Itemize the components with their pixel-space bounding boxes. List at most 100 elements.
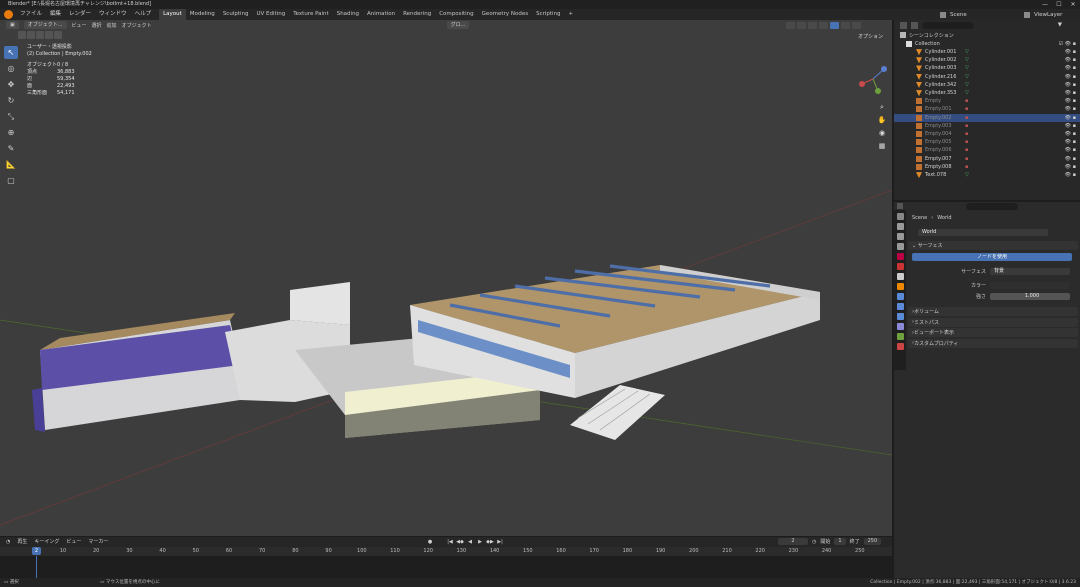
visibility-toggles[interactable]: 👁 ▪ bbox=[1065, 98, 1076, 104]
close-button[interactable]: ✕ bbox=[1066, 0, 1080, 9]
tool-tab-icon[interactable] bbox=[896, 213, 904, 220]
constraint-icon[interactable]: ▪ bbox=[965, 164, 968, 170]
workspace-tab[interactable]: Scripting bbox=[532, 9, 564, 20]
outliner-item[interactable]: Cylinder.216 ▽ 👁 ▪ bbox=[894, 73, 1080, 81]
properties-panel-header[interactable]: › ボリューム bbox=[908, 307, 1078, 316]
constraints-tab-icon[interactable] bbox=[896, 323, 904, 330]
outliner-item[interactable]: Empty ▪ 👁 ▪ bbox=[894, 97, 1080, 105]
outliner-item[interactable]: Cylinder.342 ▽ 👁 ▪ bbox=[894, 81, 1080, 89]
workspace-tab[interactable]: Layout bbox=[159, 9, 186, 20]
3d-viewport[interactable]: ▣ オブジェクト... ビュー 選択 追加 オブジェクト グロ... オプション… bbox=[0, 20, 892, 536]
keying-menu[interactable]: キーイング bbox=[34, 538, 59, 545]
play-icon[interactable]: ▶ bbox=[476, 538, 484, 545]
visibility-toggles[interactable]: 👁 ▪ bbox=[1065, 156, 1076, 162]
properties-editor-icon[interactable] bbox=[897, 203, 903, 209]
outliner-item[interactable]: Empty.005 ▪ 👁 ▪ bbox=[894, 138, 1080, 146]
outliner-item[interactable]: Cylinder.353 ▽ 👁 ▪ bbox=[894, 89, 1080, 97]
properties-panel-header[interactable]: › ビューポート表示 bbox=[908, 328, 1078, 337]
outliner-item[interactable]: Text.078 ▽ 👁 ▪ bbox=[894, 171, 1080, 179]
surface-panel-header[interactable]: ⌄ サーフェス bbox=[908, 241, 1078, 250]
outliner-search-input[interactable] bbox=[922, 21, 974, 29]
visibility-toggles[interactable]: 👁 ▪ bbox=[1065, 74, 1076, 80]
scene-collection-row[interactable]: シーンコレクション bbox=[894, 31, 1080, 39]
workspace-tab[interactable]: Compositing bbox=[435, 9, 477, 20]
workspace-tab[interactable]: Modeling bbox=[186, 9, 219, 20]
marker-menu[interactable]: マーカー bbox=[88, 538, 108, 545]
zoom-icon[interactable]: ⌕ bbox=[877, 102, 887, 112]
constraint-icon[interactable]: ▪ bbox=[965, 106, 968, 112]
menu-item[interactable]: レンダー bbox=[67, 9, 93, 20]
visibility-toggles[interactable]: 👁 ▪ bbox=[1065, 82, 1076, 88]
filter-dropdown-icon[interactable] bbox=[911, 21, 918, 29]
visibility-toggles[interactable]: 👁 ▪ bbox=[1065, 65, 1076, 71]
visibility-toggles[interactable]: 👁 ▪ bbox=[1065, 123, 1076, 129]
prev-key-icon[interactable]: ◀◆ bbox=[456, 538, 464, 545]
menu-item[interactable]: 編集 bbox=[48, 9, 63, 20]
visibility-toggles[interactable]: 👁 ▪ bbox=[1065, 139, 1076, 145]
timeline-ruler[interactable]: 2 10 20 30 40 50 60 70 80 90 100 110 120 130 140 150 16… bbox=[0, 547, 892, 556]
texture-tab-icon[interactable] bbox=[896, 343, 904, 350]
mesh-data-icon[interactable]: ▽ bbox=[965, 82, 969, 88]
collection-row[interactable]: Collection ☑ 👁 ▪ bbox=[894, 40, 1080, 48]
outliner-item[interactable]: Empty.008 ▪ 👁 ▪ bbox=[894, 163, 1080, 171]
outliner-editor-icon[interactable] bbox=[900, 21, 907, 29]
object-tab-icon[interactable] bbox=[896, 283, 904, 290]
workspace-tab[interactable]: Geometry Nodes bbox=[478, 9, 532, 20]
constraint-icon[interactable]: ▪ bbox=[965, 123, 968, 129]
filter-icon[interactable]: ▼ bbox=[1058, 22, 1062, 28]
constraint-icon[interactable]: ▪ bbox=[965, 115, 968, 121]
world-datablock-field[interactable]: World bbox=[918, 229, 1048, 236]
mesh-data-icon[interactable]: ▽ bbox=[965, 49, 969, 55]
world-tab-icon[interactable] bbox=[896, 263, 904, 270]
visibility-toggles[interactable]: 👁 ▪ bbox=[1065, 147, 1076, 153]
physics-tab-icon[interactable] bbox=[896, 313, 904, 320]
timeline-tracks[interactable] bbox=[0, 556, 892, 579]
outliner-item[interactable]: Empty.002 ▪ 👁 ▪ bbox=[894, 113, 1080, 122]
play-reverse-icon[interactable]: ◀ bbox=[466, 538, 474, 545]
mesh-data-icon[interactable]: ▽ bbox=[965, 74, 969, 80]
output-tab-icon[interactable] bbox=[896, 233, 904, 240]
jump-start-icon[interactable]: |◀ bbox=[446, 538, 454, 545]
blender-logo-icon[interactable] bbox=[4, 10, 13, 19]
outliner-item[interactable]: Empty.001 ▪ 👁 ▪ bbox=[894, 105, 1080, 113]
workspace-tab[interactable]: + bbox=[565, 9, 578, 20]
color-swatch[interactable] bbox=[990, 282, 1070, 289]
outliner-item[interactable]: Cylinder.002 ▽ 👁 ▪ bbox=[894, 56, 1080, 64]
data-tab-icon[interactable] bbox=[896, 333, 904, 340]
workspace-tab[interactable]: UV Editing bbox=[253, 9, 290, 20]
properties-panel-header[interactable]: › カスタムプロパティ bbox=[908, 338, 1078, 348]
menu-item[interactable]: ヘルプ bbox=[133, 9, 154, 20]
workspace-tab[interactable]: Shading bbox=[333, 9, 363, 20]
mesh-data-icon[interactable]: ▽ bbox=[965, 172, 969, 178]
scene-selector[interactable]: Scene bbox=[950, 12, 990, 18]
outliner-item[interactable]: Cylinder.003 ▽ 👁 ▪ bbox=[894, 64, 1080, 72]
workspace-tab[interactable]: Sculpting bbox=[219, 9, 253, 20]
workspace-tab[interactable]: Animation bbox=[363, 9, 399, 20]
visibility-toggles[interactable]: 👁 ▪ bbox=[1065, 115, 1076, 121]
view-layer-tab-icon[interactable] bbox=[896, 243, 904, 250]
visibility-toggles[interactable]: 👁 ▪ bbox=[1065, 90, 1076, 96]
surface-shader-field[interactable]: 背景 bbox=[990, 268, 1070, 275]
jump-end-icon[interactable]: ▶| bbox=[496, 538, 504, 545]
menu-item[interactable]: ファイル bbox=[18, 9, 44, 20]
camera-view-icon[interactable]: ◉ bbox=[877, 128, 887, 138]
menu-item[interactable]: ウィンドウ bbox=[97, 9, 129, 20]
properties-panel-header[interactable]: › ミストパス bbox=[908, 317, 1078, 327]
visibility-toggles[interactable]: 👁 ▪ bbox=[1065, 106, 1076, 112]
constraint-icon[interactable]: ▪ bbox=[965, 98, 968, 104]
minimize-button[interactable]: — bbox=[1038, 0, 1052, 9]
visibility-toggles[interactable]: 👁 ▪ bbox=[1065, 164, 1076, 170]
outliner-item[interactable]: Cylinder.001 ▽ 👁 ▪ bbox=[894, 48, 1080, 56]
mesh-data-icon[interactable]: ▽ bbox=[965, 65, 969, 71]
outliner-item[interactable]: Empty.006 ▪ 👁 ▪ bbox=[894, 146, 1080, 154]
collection-visibility[interactable]: ☑ 👁 ▪ bbox=[1059, 41, 1076, 47]
visibility-toggles[interactable]: 👁 ▪ bbox=[1065, 131, 1076, 137]
record-icon[interactable]: ● bbox=[426, 538, 434, 545]
strength-field[interactable]: 1.000 bbox=[990, 293, 1070, 300]
modifier-tab-icon[interactable] bbox=[896, 293, 904, 300]
use-nodes-button[interactable]: ノードを使用 bbox=[912, 253, 1072, 261]
collection-tab-icon[interactable] bbox=[896, 273, 904, 280]
workspace-tab[interactable]: Rendering bbox=[399, 9, 435, 20]
workspace-tab[interactable]: Texture Paint bbox=[289, 9, 333, 20]
outliner-item[interactable]: Empty.004 ▪ 👁 ▪ bbox=[894, 130, 1080, 138]
